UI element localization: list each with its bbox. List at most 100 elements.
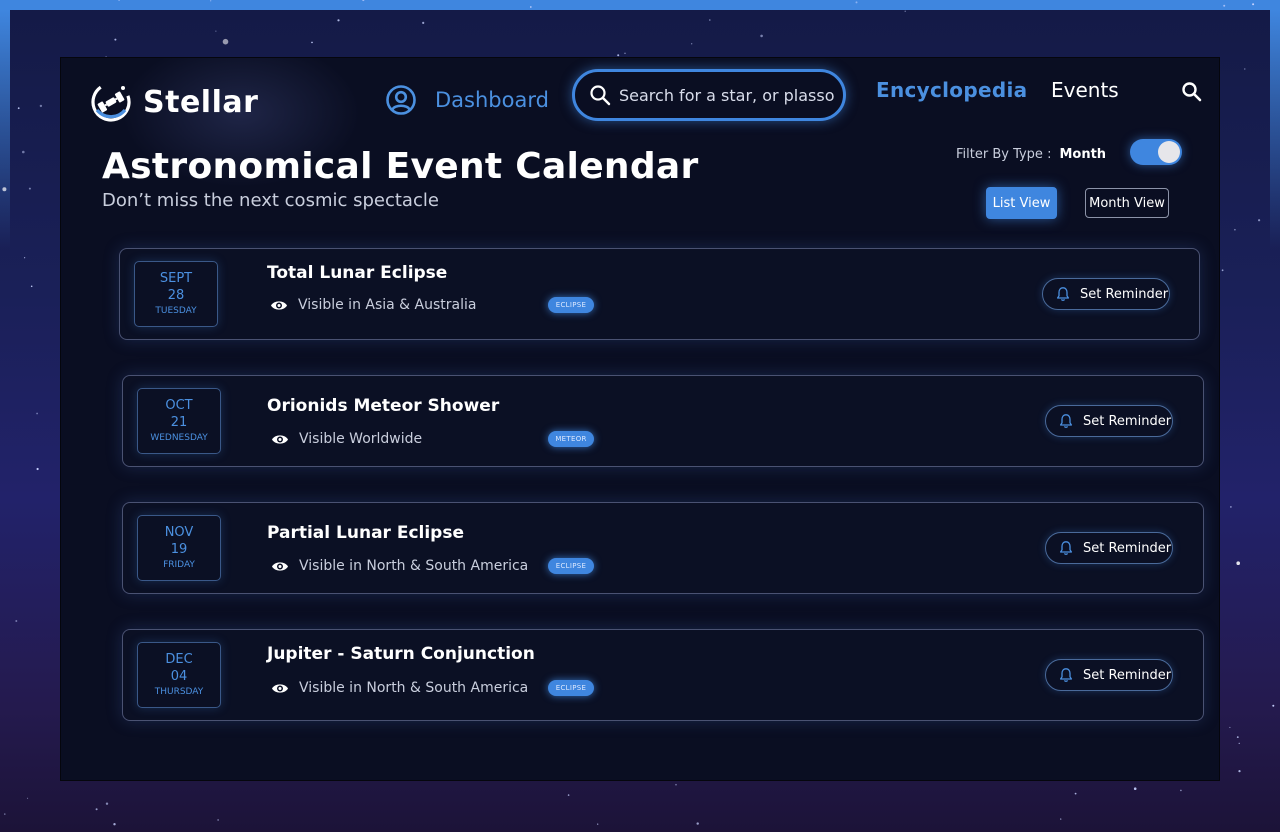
star: [4, 813, 6, 815]
star: [624, 52, 626, 54]
eye-icon: [271, 301, 287, 310]
filter-value: Month: [1059, 146, 1107, 162]
satellite-orbit-icon: [91, 82, 131, 122]
star: [529, 6, 532, 8]
star: [1234, 228, 1236, 231]
star: [17, 107, 20, 110]
event-title: Partial Lunar Eclipse: [267, 523, 465, 543]
filter-toggle[interactable]: [1130, 139, 1182, 165]
nav-encyclopedia[interactable]: Encyclopedia: [876, 78, 1027, 102]
event-month: SEPT: [159, 271, 193, 286]
star: [36, 412, 38, 415]
event-title: Orionids Meteor Shower: [267, 396, 500, 416]
nav-dashboard-label: Dashboard: [435, 88, 549, 112]
event-month: NOV: [164, 525, 194, 540]
event-title: Total Lunar Eclipse: [267, 263, 448, 283]
star: [1236, 736, 1239, 738]
event-day: 28: [167, 288, 185, 303]
set-reminder-label: Set Reminder: [1083, 540, 1172, 556]
event-card[interactable]: NOV 19 FRIDAY Partial Lunar Eclipse Visi…: [122, 502, 1204, 594]
event-type-badge: ECLIPSE: [548, 558, 594, 574]
star: [22, 150, 25, 154]
event-visibility: Visible in North & South America: [299, 558, 529, 574]
user-circle-icon: [386, 85, 416, 115]
search-icon: [590, 85, 611, 106]
star: [95, 808, 98, 811]
app-panel: Stellar Dashboard Encyclopedia Events As…: [60, 57, 1220, 781]
star: [1221, 269, 1224, 272]
event-day: 19: [170, 542, 188, 557]
nav-dashboard[interactable]: Dashboard: [385, 80, 549, 120]
eye-icon: [272, 684, 288, 693]
header-search-icon[interactable]: [1180, 80, 1204, 104]
star: [709, 19, 711, 21]
toggle-knob: [1158, 141, 1180, 163]
star: [105, 802, 109, 805]
set-reminder-label: Set Reminder: [1083, 413, 1172, 429]
star: [118, 0, 120, 1]
set-reminder-label: Set Reminder: [1080, 286, 1169, 302]
star: [15, 620, 18, 622]
search-bar[interactable]: [572, 69, 846, 121]
filter-by-type: Filter By Type : Month: [956, 142, 1106, 166]
event-card[interactable]: DEC 04 THURSDAY Jupiter - Saturn Conjunc…: [122, 629, 1204, 721]
event-date: NOV 19 FRIDAY: [137, 515, 221, 581]
event-weekday: TUESDAY: [155, 306, 197, 316]
star: [422, 21, 425, 24]
event-card[interactable]: OCT 21 WEDNESDAY Orionids Meteor Shower …: [122, 375, 1204, 467]
set-reminder-button[interactable]: Set Reminder: [1045, 532, 1173, 564]
star: [1236, 561, 1240, 565]
bell-icon: [1059, 668, 1073, 682]
page-subtitle: Don’t miss the next cosmic spectacle: [102, 190, 439, 211]
event-type-badge: ECLIPSE: [548, 297, 594, 313]
star: [217, 819, 219, 821]
star: [24, 257, 26, 259]
star: [691, 43, 693, 45]
search-input[interactable]: [619, 85, 837, 105]
star: [617, 54, 620, 57]
event-card[interactable]: SEPT 28 TUESDAY Total Lunar Eclipse Visi…: [119, 248, 1200, 340]
star: [215, 30, 217, 32]
star: [362, 0, 365, 2]
star: [1238, 770, 1241, 773]
event-date: OCT 21 WEDNESDAY: [137, 388, 221, 454]
star: [567, 794, 570, 796]
brand-logo[interactable]: Stellar: [89, 78, 258, 126]
star: [30, 285, 33, 288]
star: [1258, 219, 1261, 222]
star: [597, 823, 599, 825]
star: [27, 797, 29, 799]
event-title: Jupiter - Saturn Conjunction: [267, 644, 535, 664]
star: [1074, 792, 1077, 795]
star: [904, 10, 906, 12]
nav-events[interactable]: Events: [1051, 78, 1119, 102]
star: [1230, 506, 1232, 508]
month-view-button[interactable]: Month View: [1085, 188, 1169, 218]
event-weekday: FRIDAY: [163, 560, 195, 570]
set-reminder-label: Set Reminder: [1083, 667, 1172, 683]
event-date: SEPT 28 TUESDAY: [134, 261, 218, 327]
star: [1223, 4, 1226, 7]
bell-icon: [1059, 414, 1073, 428]
set-reminder-button[interactable]: Set Reminder: [1042, 278, 1170, 310]
star: [210, 0, 212, 2]
bell-icon: [1056, 287, 1070, 301]
star: [36, 467, 39, 471]
page-title: Astronomical Event Calendar: [102, 146, 699, 187]
event-date: DEC 04 THURSDAY: [137, 642, 221, 708]
list-view-button[interactable]: List View: [986, 187, 1057, 219]
set-reminder-button[interactable]: Set Reminder: [1045, 659, 1173, 691]
event-month: OCT: [165, 398, 193, 413]
star: [1229, 726, 1231, 728]
event-visibility: Visible in North & South America: [299, 680, 529, 696]
bell-icon: [1059, 541, 1073, 555]
star: [1060, 818, 1062, 820]
star: [760, 34, 763, 38]
set-reminder-button[interactable]: Set Reminder: [1045, 405, 1173, 437]
star: [222, 38, 229, 45]
star: [1133, 787, 1137, 790]
star: [1244, 68, 1246, 70]
event-weekday: THURSDAY: [154, 687, 204, 697]
event-weekday: WEDNESDAY: [150, 433, 208, 443]
eye-icon: [272, 435, 288, 444]
